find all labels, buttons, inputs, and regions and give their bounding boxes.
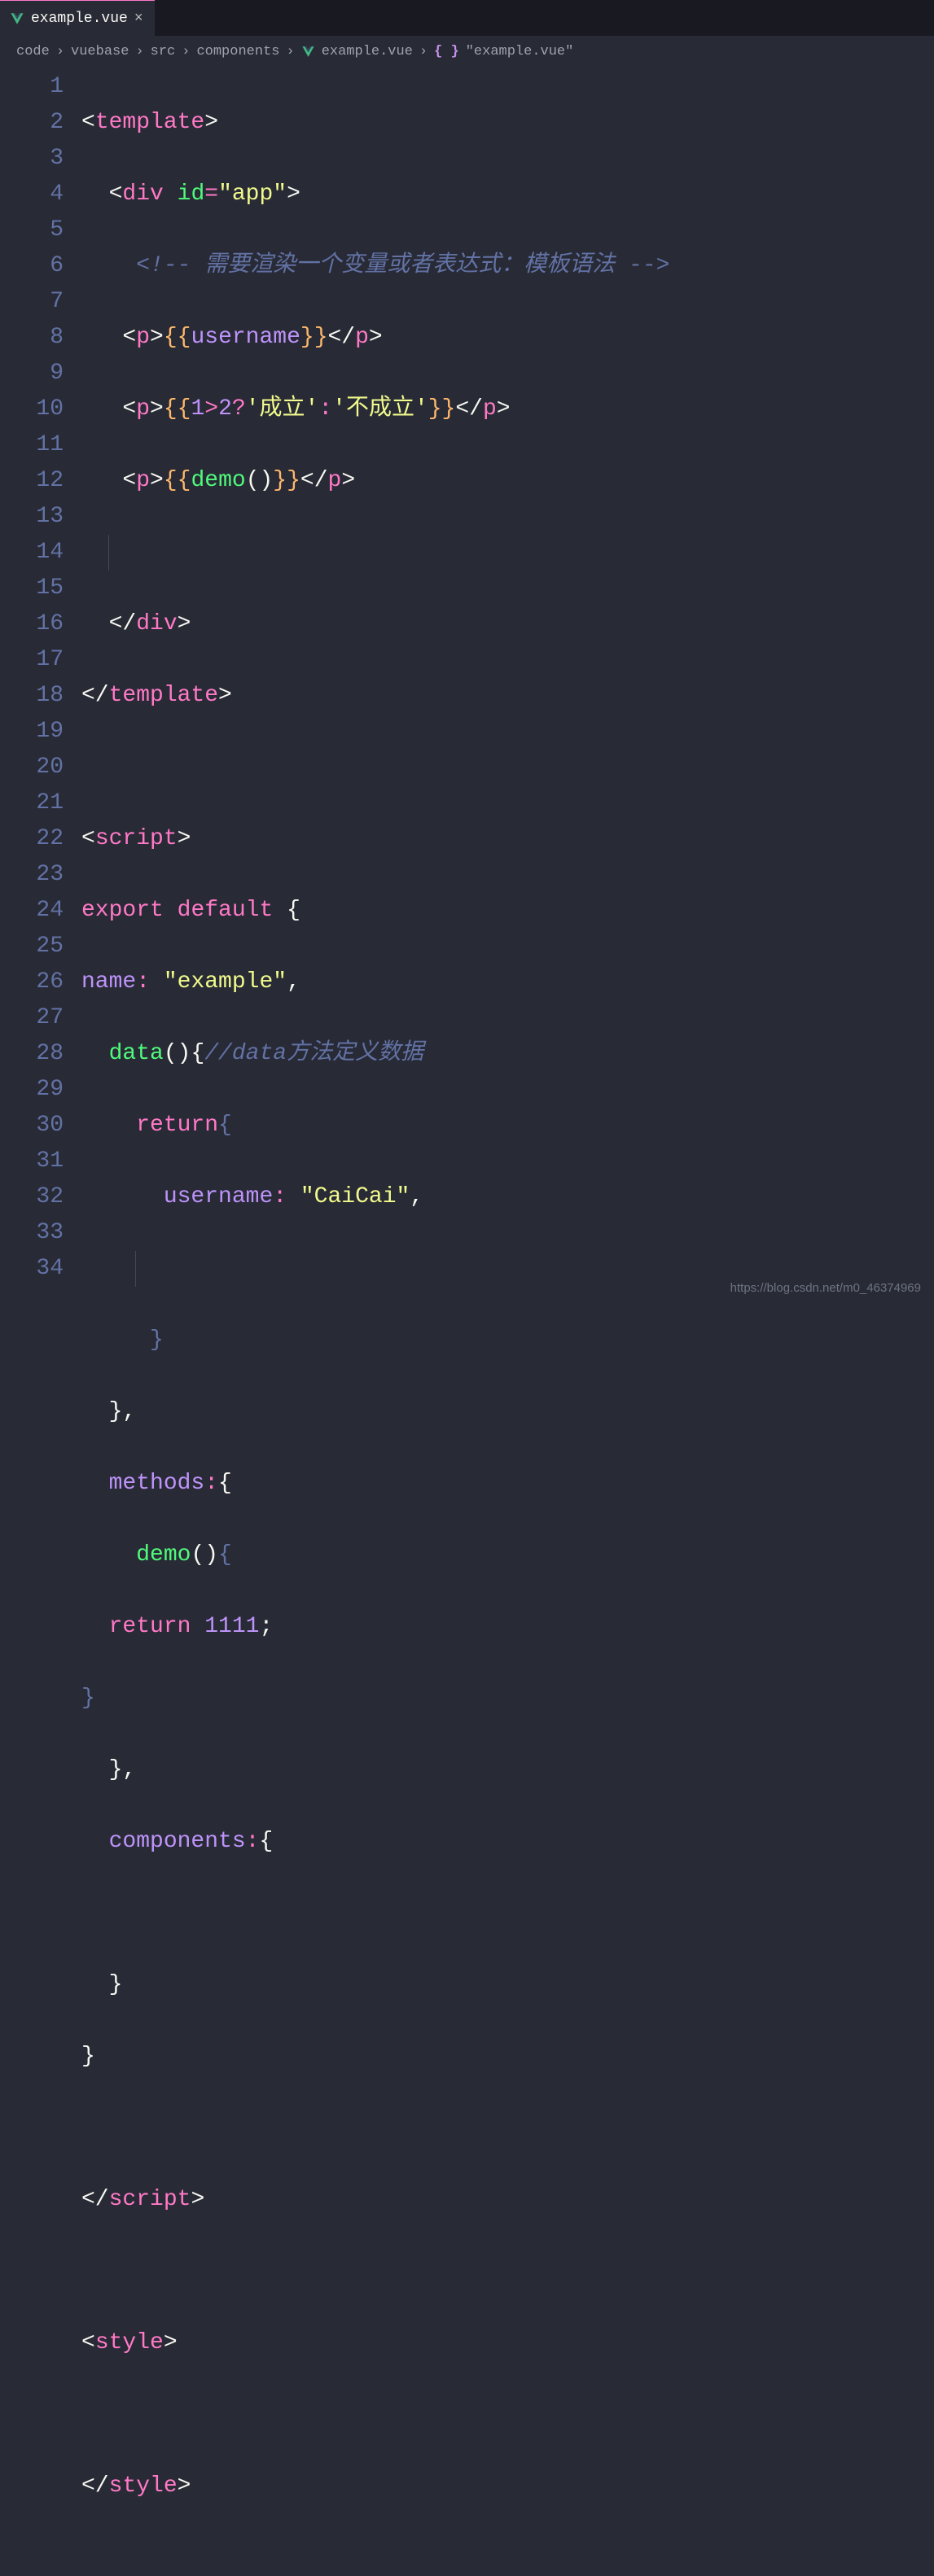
code-line: username: "CaiCai", [81,1179,669,1215]
chevron-right-icon: › [419,44,428,59]
breadcrumb-part[interactable]: example.vue [322,44,413,59]
line-number: 18 [0,678,64,714]
breadcrumb[interactable]: code › vuebase › src › components › exam… [0,36,934,64]
tab-bar: example.vue × [0,0,934,36]
chevron-right-icon: › [135,44,143,59]
code-line: components:{ [81,1824,669,1860]
code-line: }, [81,1394,669,1430]
code-content[interactable]: <template> <div id="app"> <!-- 需要渲染一个变量或… [81,69,669,2576]
line-number: 32 [0,1179,64,1215]
vue-icon [301,45,315,59]
chevron-right-icon: › [286,44,294,59]
line-number: 11 [0,427,64,463]
line-number: 20 [0,750,64,785]
line-number: 30 [0,1108,64,1144]
code-line: <style> [81,2325,669,2361]
code-line: <p>{{1>2?'成立':'不成立'}}</p> [81,391,669,427]
tab-example-vue[interactable]: example.vue × [0,0,155,36]
code-line: <p>{{username}}</p> [81,320,669,356]
line-number: 12 [0,463,64,499]
line-number: 22 [0,821,64,857]
code-line: export default { [81,893,669,929]
line-number: 17 [0,642,64,678]
line-number: 2 [0,105,64,141]
line-number: 5 [0,212,64,248]
line-number: 9 [0,356,64,391]
code-line: <template> [81,105,669,141]
breadcrumb-part[interactable]: vuebase [71,44,129,59]
code-line: </template> [81,678,669,714]
line-number: 8 [0,320,64,356]
code-line: }, [81,1752,669,1788]
line-number: 28 [0,1036,64,1072]
line-number: 29 [0,1072,64,1108]
code-line: name: "example", [81,964,669,1000]
code-line: return 1111; [81,1609,669,1645]
line-number: 6 [0,248,64,284]
code-line [81,2110,669,2146]
vue-icon [10,11,24,26]
code-line [81,1251,669,1287]
breadcrumb-part[interactable]: "example.vue" [466,44,574,59]
code-line: } [81,1967,669,2003]
code-line: <script> [81,821,669,857]
line-number: 4 [0,177,64,212]
code-line [81,2254,669,2290]
code-line: </style> [81,2469,669,2504]
line-number: 26 [0,964,64,1000]
code-line: methods:{ [81,1466,669,1502]
line-number: 24 [0,893,64,929]
line-number: 7 [0,284,64,320]
code-line: <p>{{demo()}}</p> [81,463,669,499]
line-number: 1 [0,69,64,105]
tab-filename: example.vue [31,11,128,27]
code-line: } [81,1323,669,1358]
line-number: 23 [0,857,64,893]
code-line: return{ [81,1108,669,1144]
line-number: 31 [0,1144,64,1179]
close-icon[interactable]: × [134,11,143,26]
line-number: 16 [0,606,64,642]
line-number: 34 [0,1251,64,1287]
line-number: 15 [0,571,64,606]
braces-icon: { } [434,44,459,59]
code-line: </script> [81,2182,669,2218]
chevron-right-icon: › [56,44,64,59]
code-line [81,750,669,785]
line-number: 14 [0,535,64,571]
line-number: 13 [0,499,64,535]
code-line: demo(){ [81,1537,669,1573]
code-line: data(){//data方法定义数据 [81,1036,669,1072]
line-number: 19 [0,714,64,750]
code-line [81,535,669,571]
breadcrumb-part[interactable]: code [16,44,50,59]
line-number: 21 [0,785,64,821]
code-line: <!-- 需要渲染一个变量或者表达式：模板语法 --> [81,248,669,284]
line-number: 27 [0,1000,64,1036]
code-editor[interactable]: 1 2 3 4 5 6 7 8 9 10 11 12 13 14 15 16 1… [0,64,934,2576]
line-number: 3 [0,141,64,177]
breadcrumb-part[interactable]: src [151,44,176,59]
code-line: <div id="app"> [81,177,669,212]
watermark: https://blog.csdn.net/m0_46374969 [730,1281,921,1295]
line-gutter: 1 2 3 4 5 6 7 8 9 10 11 12 13 14 15 16 1… [0,69,81,2576]
code-line [81,1896,669,1931]
code-line: </div> [81,606,669,642]
breadcrumb-part[interactable]: components [196,44,279,59]
code-line [81,2397,669,2433]
code-line: } [81,2039,669,2075]
line-number: 10 [0,391,64,427]
chevron-right-icon: › [182,44,190,59]
line-number: 25 [0,929,64,964]
code-line: } [81,1681,669,1717]
line-number: 33 [0,1215,64,1251]
